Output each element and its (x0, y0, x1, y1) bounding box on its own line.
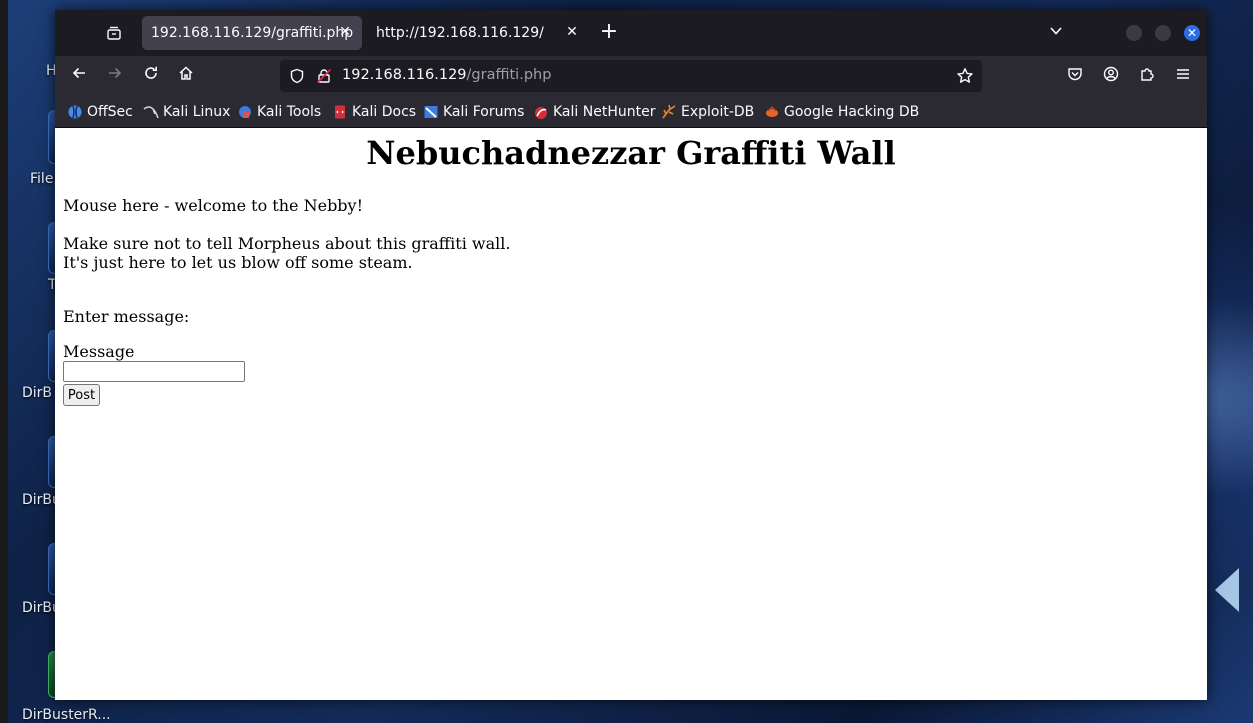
post-button[interactable]: Post (63, 384, 100, 406)
plus-icon: + (599, 19, 619, 44)
pocket-icon[interactable] (1065, 66, 1085, 86)
tab-bar: 192.168.116.129/graffiti.php ✕ http://19… (55, 10, 1207, 56)
enter-message-label: Enter message: (63, 307, 190, 326)
ghdb-icon (764, 104, 780, 120)
bookmark-kali-linux[interactable]: Kali Linux (143, 102, 230, 122)
tab-close-icon[interactable]: ✕ (564, 24, 580, 40)
tab-title: 192.168.116.129/graffiti.php (151, 25, 354, 41)
nethunter-icon (533, 104, 549, 120)
browser-window: 192.168.116.129/graffiti.php ✕ http://19… (55, 10, 1207, 700)
maximize-button[interactable] (1155, 25, 1171, 41)
tab-close-icon[interactable]: ✕ (337, 24, 353, 40)
firefox-view-button[interactable] (103, 22, 125, 44)
bookmark-label: Kali Linux (163, 104, 231, 120)
firefox-view-icon (107, 26, 121, 40)
tab-root[interactable]: http://192.168.116.129/ ✕ (367, 16, 589, 50)
insecure-lock-icon[interactable] (316, 68, 332, 84)
bookmark-kali-docs[interactable]: Kali Docs (332, 102, 416, 122)
forward-button[interactable] (104, 65, 126, 87)
forward-arrow-icon (109, 67, 122, 79)
bookmark-label: Kali Tools (257, 104, 322, 120)
page-content: Nebuchadnezzar Graffiti Wall Mouse here … (55, 128, 1207, 700)
extensions-icon[interactable] (1137, 66, 1157, 86)
close-window-button[interactable]: ✕ (1184, 25, 1200, 41)
close-icon: ✕ (1186, 26, 1198, 40)
warning-text-line-1: Make sure not to tell Morpheus about thi… (63, 234, 511, 253)
url-path: /graffiti.php (466, 67, 552, 83)
bookmark-kali-tools[interactable]: Kali Tools (237, 102, 321, 122)
bookmark-label: Exploit-DB (681, 104, 755, 120)
desktop-icon-label: DirB (22, 385, 53, 401)
url-bar[interactable]: 192.168.116.129/graffiti.php (280, 60, 982, 92)
back-button[interactable] (68, 65, 90, 87)
kali-dragon-icon (143, 104, 159, 120)
bookmark-google-hacking-db[interactable]: Google Hacking DB (764, 102, 919, 122)
message-field-label: Message (63, 342, 135, 361)
list-all-tabs-button[interactable] (1049, 23, 1071, 43)
kali-tools-icon (237, 104, 253, 120)
bookmark-offsec[interactable]: OffSec (67, 102, 133, 122)
reload-button[interactable] (140, 65, 162, 87)
kali-forums-icon (423, 104, 439, 120)
kali-docs-icon (332, 104, 348, 120)
exploitdb-icon (661, 104, 677, 120)
bookmark-exploit-db[interactable]: Exploit-DB (661, 102, 754, 122)
tracking-protection-shield-icon[interactable] (289, 68, 305, 84)
bookmark-label: Kali Docs (352, 104, 417, 120)
bookmark-label: Kali NetHunter (553, 104, 656, 120)
url-text[interactable]: 192.168.116.129/graffiti.php (342, 67, 551, 83)
bookmark-label: Google Hacking DB (784, 104, 920, 120)
url-host: 192.168.116.129 (342, 67, 467, 83)
bookmark-star-icon[interactable] (956, 67, 974, 85)
tab-title: http://192.168.116.129/ (376, 25, 544, 41)
home-icon (179, 66, 193, 80)
chevron-down-icon (1050, 27, 1062, 35)
desktop-left-strip (0, 0, 8, 723)
desktop-icon-label: DirBusterR... (22, 707, 111, 723)
message-input[interactable] (63, 361, 245, 382)
new-tab-button[interactable]: + (598, 19, 620, 44)
bookmark-kali-forums[interactable]: Kali Forums (423, 102, 524, 122)
desktop-icon-label: File (30, 171, 54, 187)
back-arrow-icon (72, 67, 85, 79)
bookmark-kali-nethunter[interactable]: Kali NetHunter (533, 102, 655, 122)
tab-graffiti[interactable]: 192.168.116.129/graffiti.php ✕ (142, 16, 362, 50)
account-icon[interactable] (1101, 66, 1121, 86)
desktop-arrow-decoration (1215, 568, 1239, 612)
reload-icon (145, 66, 157, 79)
menu-hamburger-icon[interactable] (1173, 66, 1193, 86)
bookmark-label: OffSec (87, 104, 133, 120)
bookmarks-toolbar: OffSec Kali Linux Kali Tools Kali Docs K… (55, 96, 1207, 128)
bookmark-label: Kali Forums (443, 104, 525, 120)
home-button[interactable] (175, 65, 197, 87)
warning-text-line-2: It's just here to let us blow off some s… (63, 253, 413, 272)
minimize-button[interactable] (1126, 25, 1142, 41)
welcome-text: Mouse here - welcome to the Nebby! (63, 196, 364, 215)
offsec-icon (67, 104, 83, 120)
navigation-toolbar: 192.168.116.129/graffiti.php (55, 56, 1207, 96)
page-title: Nebuchadnezzar Graffiti Wall (366, 134, 896, 172)
